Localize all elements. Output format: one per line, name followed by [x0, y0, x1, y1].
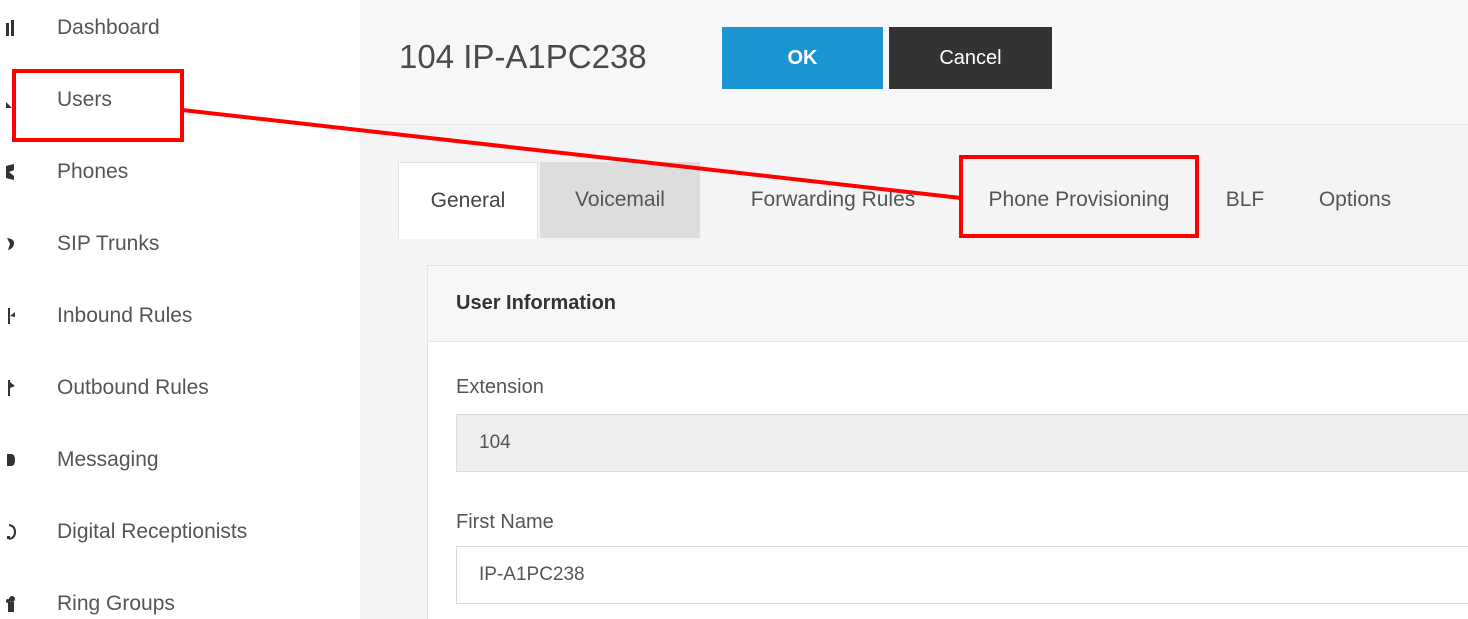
app-root: Dashboard Users Phones SIP Trunks Inboun… — [0, 0, 1468, 619]
sidebar-item-label: Phones — [57, 160, 129, 183]
sidebar-item-messaging[interactable]: Messaging — [0, 438, 340, 482]
sidebar-item-outbound-rules[interactable]: Outbound Rules — [0, 366, 340, 410]
sidebar-item-label: Users — [57, 88, 112, 111]
tab-bar: General Voicemail Forwarding Rules Phone… — [398, 162, 1468, 239]
tab-forwarding-rules[interactable]: Forwarding Rules — [712, 162, 954, 238]
user-information-panel: User Information Extension 104 First Nam… — [427, 265, 1468, 619]
tab-phone-provisioning[interactable]: Phone Provisioning — [964, 162, 1194, 238]
cancel-button[interactable]: Cancel — [889, 27, 1052, 89]
messaging-icon — [6, 450, 18, 470]
sidebar-item-sip-trunks[interactable]: SIP Trunks — [0, 222, 340, 266]
sidebar-item-inbound-rules[interactable]: Inbound Rules — [0, 294, 340, 338]
inbound-rules-icon — [6, 306, 18, 326]
sidebar-item-dashboard[interactable]: Dashboard — [0, 6, 340, 50]
first-name-label: First Name — [456, 511, 554, 533]
sidebar-item-label: Messaging — [57, 448, 159, 471]
sidebar: Dashboard Users Phones SIP Trunks Inboun… — [0, 0, 360, 619]
page-title: 104 IP-A1PC238 — [399, 38, 647, 75]
sidebar-item-label: Inbound Rules — [57, 304, 193, 327]
users-icon — [6, 90, 18, 110]
digital-receptionist-icon — [6, 522, 18, 542]
tab-voicemail[interactable]: Voicemail — [540, 162, 700, 238]
first-name-field[interactable]: IP-A1PC238 — [456, 546, 1468, 604]
tab-general[interactable]: General — [398, 162, 538, 239]
sidebar-item-label: Ring Groups — [57, 592, 175, 615]
extension-label: Extension — [456, 376, 544, 398]
panel-header: User Information — [428, 266, 1468, 342]
sidebar-item-label: Dashboard — [57, 16, 160, 39]
outbound-rules-icon — [6, 378, 18, 398]
phone-icon — [6, 162, 18, 182]
extension-field: 104 — [456, 414, 1468, 472]
main-area: 104 IP-A1PC238 OK Cancel General Voicema… — [360, 0, 1468, 619]
sidebar-item-label: Digital Receptionists — [57, 520, 248, 543]
panel-title: User Information — [456, 292, 617, 314]
sidebar-item-label: SIP Trunks — [57, 232, 160, 255]
sidebar-item-users[interactable]: Users — [0, 78, 340, 122]
sidebar-item-ring-groups[interactable]: Ring Groups — [0, 582, 340, 619]
dashboard-icon — [6, 18, 18, 38]
sidebar-item-digital-receptionists[interactable]: Digital Receptionists — [0, 510, 340, 554]
ring-groups-icon — [6, 594, 18, 614]
sidebar-item-label: Outbound Rules — [57, 376, 209, 399]
page-header: 104 IP-A1PC238 OK Cancel — [360, 0, 1468, 125]
sip-trunks-icon — [6, 234, 18, 254]
sidebar-item-phones[interactable]: Phones — [0, 150, 340, 194]
ok-button[interactable]: OK — [722, 27, 883, 89]
tab-options[interactable]: Options — [1290, 162, 1420, 238]
tab-blf[interactable]: BLF — [1208, 162, 1282, 238]
